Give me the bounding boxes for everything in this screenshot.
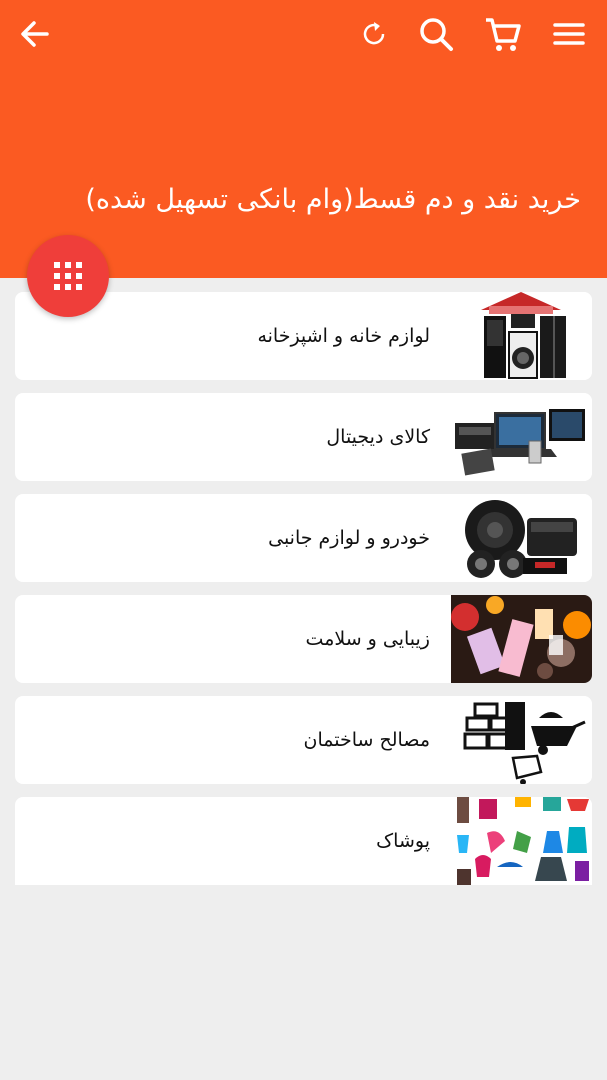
- building-materials-thumbnail: [451, 696, 592, 784]
- category-label: پوشاک: [376, 830, 430, 852]
- category-card-digital[interactable]: کالای دیجیتال: [15, 393, 592, 481]
- category-label: کالای دیجیتال: [326, 426, 430, 448]
- car-audio-thumbnail: [451, 494, 592, 582]
- page-title: خرید نقد و دم قسط(وام بانکی تسهیل شده): [85, 184, 581, 215]
- home-appliances-thumbnail: [451, 292, 592, 380]
- category-card-car[interactable]: خودرو و لوازم جانبی: [15, 494, 592, 582]
- category-card-beauty[interactable]: زیبایی و سلامت: [15, 595, 592, 683]
- category-label: خودرو و لوازم جانبی: [268, 527, 430, 549]
- clothing-thumbnail: [451, 797, 592, 885]
- category-card-home-appliances[interactable]: لوازم خانه و اشپزخانه: [15, 292, 592, 380]
- back-arrow-icon[interactable]: [13, 12, 57, 56]
- digital-goods-thumbnail: [451, 393, 592, 481]
- app-header: خرید نقد و دم قسط(وام بانکی تسهیل شده): [0, 0, 607, 278]
- category-card-clothing[interactable]: پوشاک: [15, 797, 592, 885]
- refresh-icon[interactable]: [352, 12, 396, 56]
- menu-icon[interactable]: [547, 12, 591, 56]
- category-list: لوازم خانه و اشپزخانه کالای دیجیتال خودر…: [15, 292, 592, 898]
- category-label: مصالح ساختمان: [303, 729, 430, 751]
- cart-icon[interactable]: [481, 12, 525, 56]
- category-label: زیبایی و سلامت: [305, 628, 430, 650]
- grid-icon: [54, 262, 82, 290]
- grid-menu-button[interactable]: [27, 235, 109, 317]
- beauty-health-thumbnail: [451, 595, 592, 683]
- search-icon[interactable]: [414, 12, 458, 56]
- category-card-building[interactable]: مصالح ساختمان: [15, 696, 592, 784]
- category-label: لوازم خانه و اشپزخانه: [257, 325, 430, 347]
